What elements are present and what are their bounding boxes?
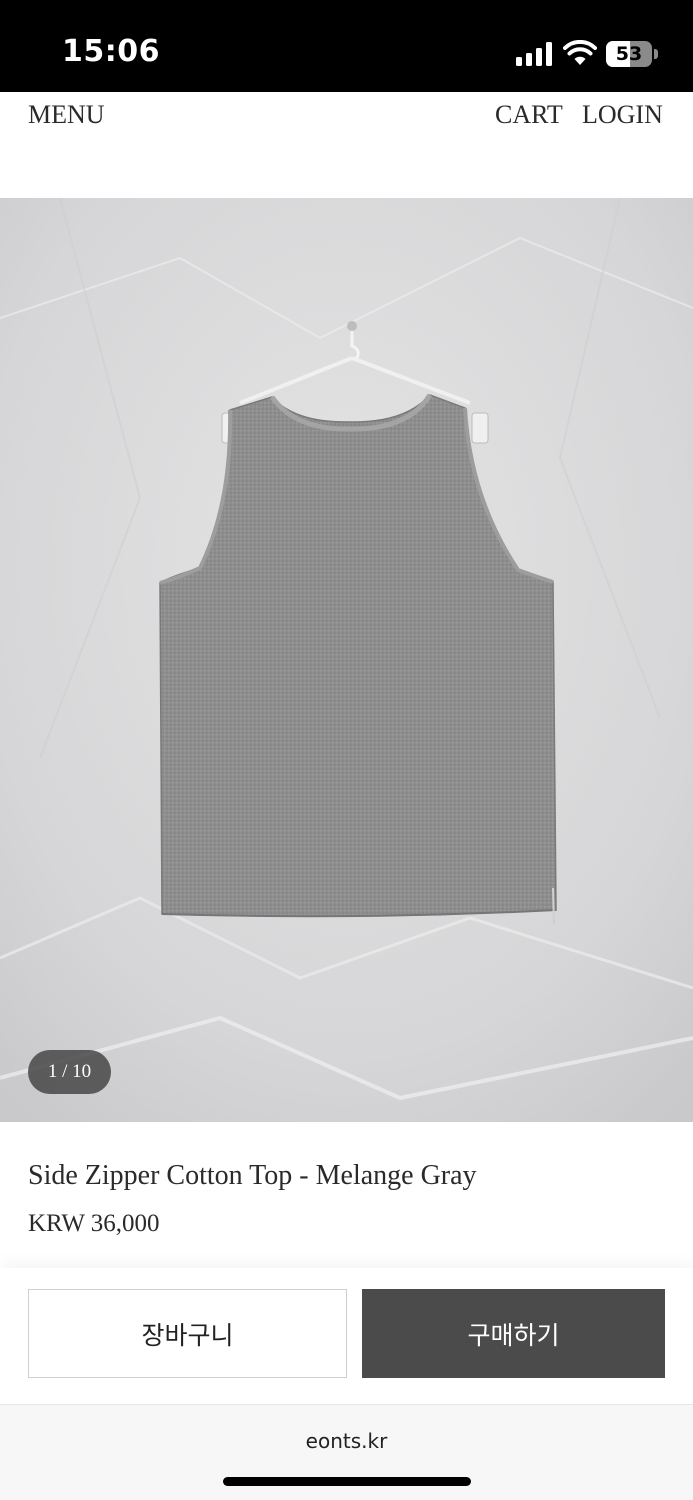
product-image-carousel[interactable] bbox=[0, 198, 693, 1122]
signal-icon bbox=[516, 42, 554, 66]
url-text[interactable]: eonts.kr bbox=[0, 1429, 693, 1453]
product-price: KRW 36,000 bbox=[28, 1210, 160, 1237]
menu-link[interactable]: MENU bbox=[28, 100, 105, 130]
battery-level: 53 bbox=[615, 43, 643, 65]
cart-link[interactable]: CART bbox=[495, 100, 563, 130]
login-link[interactable]: LOGIN bbox=[582, 100, 663, 130]
wifi-icon bbox=[563, 39, 597, 66]
site-header: MENU CART LOGIN bbox=[0, 92, 693, 198]
product-title: Side Zipper Cotton Top - Melange Gray bbox=[28, 1160, 477, 1191]
add-to-cart-button[interactable]: 장바구니 bbox=[28, 1289, 347, 1378]
image-counter: 1 / 10 bbox=[28, 1050, 111, 1094]
browser-url-bar[interactable]: eonts.kr bbox=[0, 1404, 693, 1500]
product-photo bbox=[0, 198, 693, 1122]
status-bar: 15:06 53 bbox=[0, 0, 693, 92]
status-time: 15:06 bbox=[62, 34, 160, 69]
battery-icon: 53 bbox=[606, 41, 658, 67]
buy-now-button[interactable]: 구매하기 bbox=[362, 1289, 665, 1378]
purchase-action-bar: 장바구니 구매하기 bbox=[0, 1268, 693, 1404]
home-indicator[interactable] bbox=[223, 1477, 471, 1486]
